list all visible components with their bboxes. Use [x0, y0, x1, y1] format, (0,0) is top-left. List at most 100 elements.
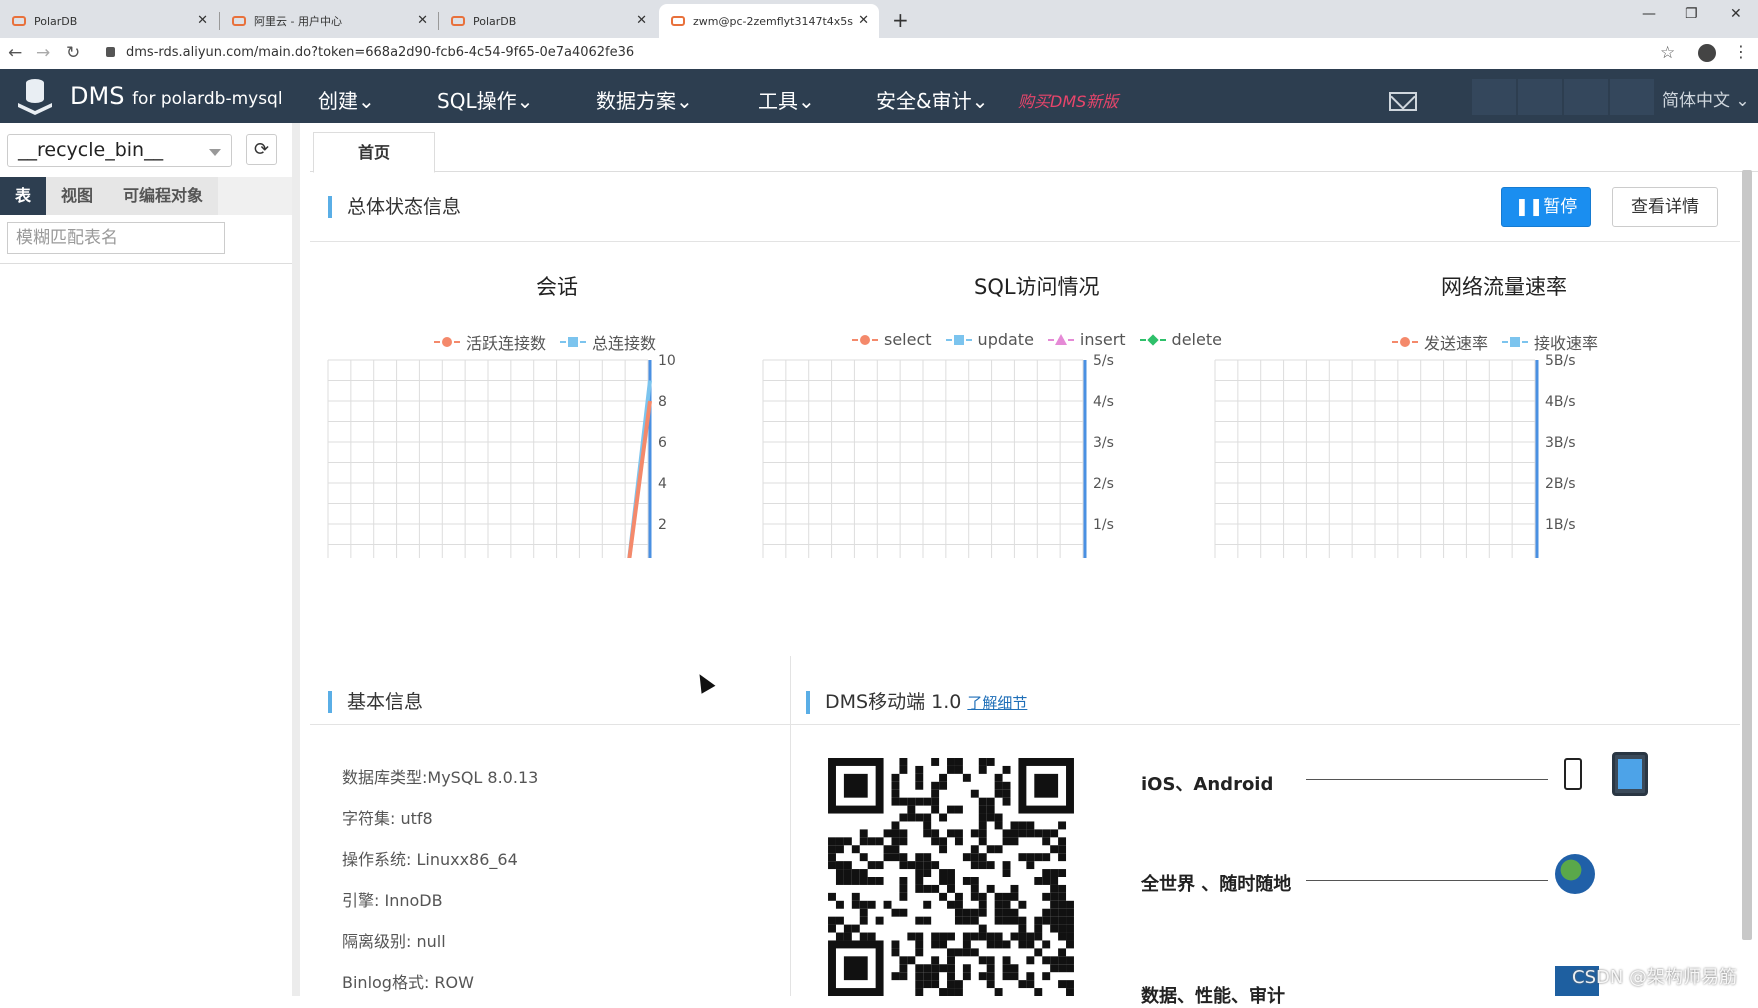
nav-data-plan[interactable]: 数据方案⌄	[596, 85, 693, 114]
account-icon[interactable]	[1698, 44, 1716, 62]
qr-module	[835, 916, 844, 925]
pause-button[interactable]: ❚❚暂停	[1501, 187, 1591, 227]
nav-create[interactable]: 创建⌄	[318, 85, 375, 114]
aliyun-favicon-icon	[671, 16, 685, 26]
info-isolation: 隔离级别: null	[342, 932, 446, 951]
browser-tab[interactable]: 阿里云 - 用户中心 ✕	[220, 4, 438, 38]
qr-module	[978, 813, 987, 822]
browser-tab[interactable]: PolarDB ✕	[439, 4, 657, 38]
nav-label: 创建	[318, 89, 358, 113]
browser-tab-active[interactable]: zwm@pc-2zemflyt3147t4x5s... ✕	[659, 4, 879, 38]
section-divider	[310, 241, 1740, 242]
qr-module	[899, 758, 908, 766]
qr-module	[1058, 900, 1067, 909]
learn-more-link[interactable]: 了解细节	[967, 694, 1027, 712]
tab-home[interactable]: 首页	[313, 132, 435, 173]
sidebar-tab-views[interactable]: 视图	[46, 177, 109, 215]
qr-module	[1018, 900, 1027, 909]
qr-module	[899, 884, 908, 893]
y-tick-label: 1/s	[1093, 517, 1114, 533]
qr-module	[867, 900, 876, 909]
qr-module	[986, 964, 995, 973]
qr-module	[915, 773, 924, 782]
qr-module	[947, 877, 955, 885]
new-tab-icon[interactable]: +	[892, 8, 909, 32]
sidebar-tab-tables[interactable]: 表	[0, 177, 47, 215]
qr-module	[915, 781, 924, 790]
qr-module	[962, 877, 971, 885]
nav-security[interactable]: 安全&审计⌄	[876, 85, 988, 114]
qr-module	[891, 789, 900, 798]
legend-item[interactable]: select	[852, 330, 932, 349]
overview-section-title: 总体状态信息	[328, 196, 461, 218]
nav-tools[interactable]: 工具⌄	[758, 85, 815, 114]
qr-module	[954, 892, 963, 901]
legend-item[interactable]: insert	[1047, 330, 1126, 349]
qr-module	[931, 789, 940, 798]
header-block	[1564, 79, 1608, 115]
view-details-button[interactable]: 查看详情	[1612, 187, 1718, 227]
qr-module	[891, 797, 900, 806]
header-block	[1472, 79, 1516, 115]
brand[interactable]: DMS for polardb-mysql	[70, 82, 283, 110]
refresh-button[interactable]: ⟳	[246, 134, 277, 165]
qr-module	[915, 972, 924, 981]
legend-item[interactable]: update	[945, 330, 1034, 349]
browser-tab[interactable]: PolarDB ✕	[0, 4, 218, 38]
qr-module	[1050, 924, 1059, 933]
qr-module	[899, 892, 908, 901]
qr-module	[843, 877, 852, 885]
qr-module	[907, 797, 916, 806]
qr-module	[970, 877, 979, 885]
qr-module	[835, 877, 844, 885]
bookmark-star-icon[interactable]: ☆	[1660, 43, 1675, 63]
qr-module	[843, 932, 852, 941]
qr-module	[994, 932, 1003, 941]
browser-menu-icon[interactable]: ⋮	[1733, 42, 1749, 61]
language-selector[interactable]: 简体中文 ⌄	[1662, 86, 1750, 111]
restore-icon[interactable]: ❐	[1685, 6, 1698, 22]
close-window-icon[interactable]: ✕	[1730, 6, 1742, 22]
buy-dms-link[interactable]: 购买DMS新版	[1018, 88, 1118, 112]
browser-tab-bar: PolarDB ✕ 阿里云 - 用户中心 ✕ PolarDB ✕ zwm@pc-…	[0, 0, 1758, 38]
qr-module	[1002, 765, 1011, 774]
qr-module	[883, 900, 892, 909]
database-select[interactable]: __recycle_bin__	[7, 134, 232, 167]
minimize-icon[interactable]: —	[1642, 6, 1656, 22]
qr-module	[835, 900, 844, 909]
sidebar-tab-programmable[interactable]: 可编程对象	[108, 177, 219, 215]
feature-data-audit: 数据、性能、审计	[1141, 986, 1285, 1007]
qr-module	[939, 877, 948, 885]
close-tab-icon[interactable]: ✕	[197, 13, 208, 28]
qr-module	[986, 940, 995, 949]
qr-module	[939, 964, 948, 973]
chevron-down-icon: ⌄	[798, 89, 815, 113]
qr-module	[994, 821, 1003, 830]
qr-module	[1026, 829, 1035, 838]
qr-module	[962, 853, 971, 862]
qr-module	[915, 869, 924, 877]
qr-module	[1042, 829, 1051, 838]
legend-item[interactable]: delete	[1139, 330, 1222, 349]
qr-module	[915, 877, 924, 885]
scrollbar[interactable]	[1742, 170, 1752, 940]
qr-module	[1026, 932, 1035, 941]
qr-module	[1058, 884, 1067, 893]
mail-icon[interactable]	[1389, 92, 1417, 111]
qr-module	[1002, 916, 1011, 925]
qr-module	[1002, 829, 1011, 838]
qr-module	[947, 956, 955, 965]
close-tab-icon[interactable]: ✕	[417, 13, 428, 28]
table-filter-input[interactable]	[7, 222, 225, 254]
nav-sql[interactable]: SQL操作⌄	[437, 85, 533, 114]
back-icon[interactable]: ←	[8, 43, 22, 63]
forward-icon[interactable]: →	[36, 43, 50, 63]
close-tab-icon[interactable]: ✕	[858, 13, 869, 28]
qr-module	[962, 940, 971, 949]
qr-module	[875, 916, 884, 925]
qr-module	[931, 972, 940, 981]
qr-module	[986, 972, 995, 981]
url-field[interactable]: dms-rds.aliyun.com/main.do?token=668a2d9…	[126, 45, 634, 60]
close-tab-icon[interactable]: ✕	[636, 13, 647, 28]
reload-icon[interactable]: ↻	[66, 43, 80, 63]
